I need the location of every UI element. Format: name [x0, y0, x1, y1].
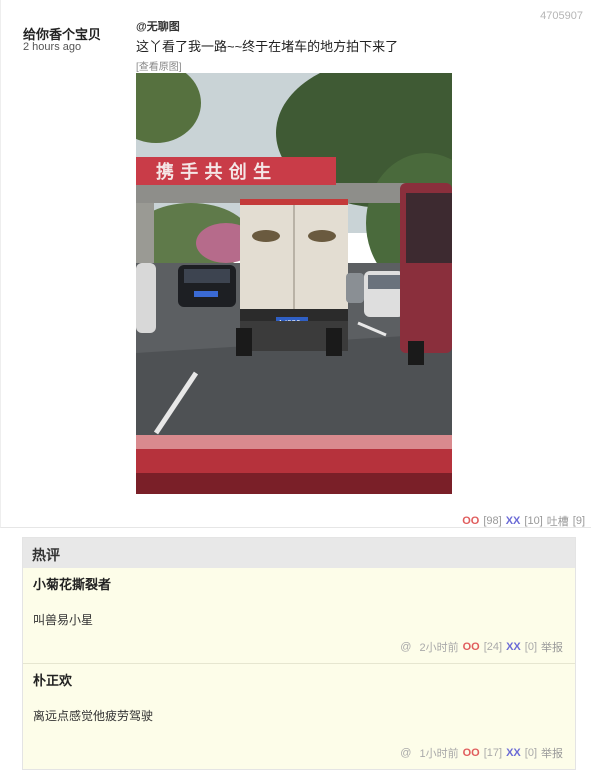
xx-vote-button[interactable]: XX	[506, 515, 521, 527]
comment-time: 1小时前	[419, 748, 459, 760]
post-card: 4705907 给你香个宝贝 2 hours ago @无聊图 这丫看了我一路~…	[0, 0, 591, 528]
reply-at-icon[interactable]: @	[400, 641, 411, 653]
hot-comments-panel: 热评 小菊花撕裂者 叫兽易小星 @ 2小时前 OO [24] XX [0] 举报…	[22, 537, 576, 770]
tucao-count: [9]	[572, 515, 585, 527]
comment-item: 朴正欢 离远点感觉他疲劳驾驶 @ 1小时前 OO [17] XX [0] 举报	[23, 664, 575, 769]
comment-author[interactable]: 小菊花撕裂者	[33, 574, 575, 593]
source-tag[interactable]: @无聊图	[136, 18, 180, 34]
oo-vote-button[interactable]: OO	[462, 515, 479, 527]
post-photo[interactable]: 携 手 共 创 生 A·J086	[136, 73, 452, 494]
comment-meta: @ 1小时前 OO [17] XX [0] 举报	[400, 745, 563, 761]
comment-meta: @ 2小时前 OO [24] XX [0] 举报	[400, 639, 563, 655]
post-id: 4705907	[540, 10, 583, 22]
comment-text: 离远点感觉他疲劳驾驶	[33, 709, 154, 723]
banner-text: 携 手 共 创 生	[156, 161, 271, 183]
comment-time: 2小时前	[419, 642, 459, 654]
comment-text: 叫兽易小星	[33, 613, 94, 627]
comment-author[interactable]: 朴正欢	[33, 670, 575, 689]
xx-count: [10]	[524, 515, 543, 527]
reply-at-icon[interactable]: @	[400, 747, 411, 759]
oo-count: [24]	[483, 641, 503, 653]
xx-vote-button[interactable]: XX	[506, 747, 521, 759]
xx-count: [0]	[524, 641, 537, 653]
oo-count: [17]	[483, 747, 503, 759]
xx-count: [0]	[524, 747, 537, 759]
report-button[interactable]: 举报	[541, 745, 563, 761]
post-time: 2 hours ago	[23, 41, 82, 53]
oo-count: [98]	[483, 515, 502, 527]
xx-vote-button[interactable]: XX	[506, 641, 521, 653]
oo-vote-button[interactable]: OO	[463, 747, 480, 759]
view-original-link[interactable]: [查看原图]	[136, 58, 182, 73]
oo-vote-button[interactable]: OO	[463, 641, 480, 653]
report-button[interactable]: 举报	[541, 639, 563, 655]
post-caption: 这丫看了我一路~~终于在堵车的地方拍下来了	[136, 39, 399, 54]
hot-comments-title: 热评	[23, 538, 575, 568]
comment-item: 小菊花撕裂者 叫兽易小星 @ 2小时前 OO [24] XX [0] 举报	[23, 568, 575, 664]
tucao-button[interactable]: 吐槽	[547, 513, 569, 529]
post-vote-bar: OO [98] XX [10] 吐槽 [9]	[462, 513, 585, 529]
